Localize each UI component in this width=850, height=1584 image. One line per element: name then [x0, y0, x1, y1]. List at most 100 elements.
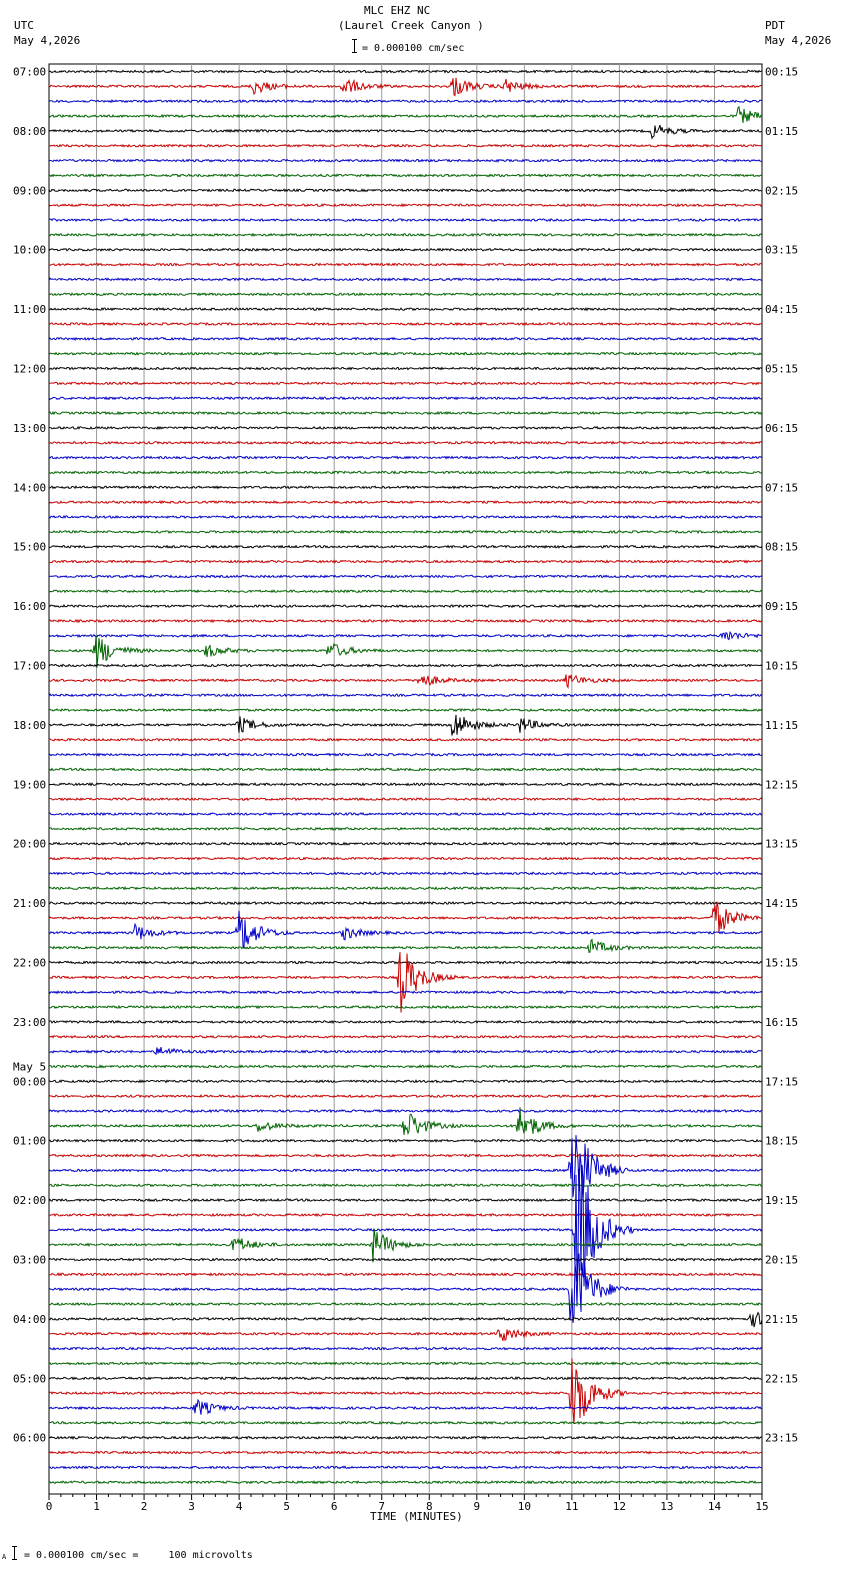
- x-tick-label: 0: [46, 1500, 53, 1513]
- x-tick-label: 4: [236, 1500, 243, 1513]
- pdt-hour-label: 12:15: [765, 778, 798, 791]
- seismogram-trace: [48, 630, 763, 641]
- seismogram-trace: [48, 1450, 763, 1455]
- seismogram-trace: [48, 470, 763, 475]
- utc-hour-label: 21:00: [13, 897, 46, 910]
- seismogram-trace: [48, 1435, 763, 1440]
- utc-hour-label: 02:00: [13, 1194, 46, 1207]
- seismogram-trace: [48, 1135, 762, 1198]
- seismogram-trace: [49, 1361, 763, 1366]
- pdt-hour-label: 20:15: [765, 1254, 798, 1267]
- x-tick-label: 10: [518, 1500, 531, 1513]
- pdt-hour-label: 02:15: [765, 184, 798, 197]
- seismogram-trace: [48, 1301, 763, 1307]
- seismogram-trace: [49, 811, 763, 817]
- pdt-hour-label: 18:15: [765, 1135, 798, 1148]
- footer-scale-bar-icon: [12, 1546, 17, 1560]
- pdt-hour-label: 09:15: [765, 600, 798, 613]
- x-tick-label: 3: [188, 1500, 195, 1513]
- seismogram-trace: [48, 425, 763, 431]
- seismogram-trace: [48, 1346, 763, 1351]
- seismogram-trace: [48, 1047, 763, 1056]
- utc-hour-label: 10:00: [13, 244, 46, 257]
- seismogram-trace: [48, 514, 763, 520]
- pdt-hour-label: 07:15: [765, 481, 798, 494]
- seismogram-trace: [48, 635, 763, 668]
- x-tick-label: 2: [141, 1500, 148, 1513]
- seismogram-trace: [49, 1212, 763, 1218]
- pdt-hour-label: 16:15: [765, 1016, 798, 1029]
- footer-mark: A: [2, 1553, 7, 1561]
- seismogram-trace: [48, 247, 763, 252]
- utc-hour-label: 00:00: [13, 1075, 46, 1088]
- seismogram-trace: [48, 158, 763, 163]
- pdt-hour-label: 04:15: [765, 303, 798, 316]
- utc-hour-label: 16:00: [13, 600, 46, 613]
- utc-hour-label: 03:00: [13, 1254, 46, 1267]
- seismogram-trace: [48, 618, 763, 624]
- seismogram-traces: [48, 69, 763, 1485]
- pdt-hour-label: 19:15: [765, 1194, 798, 1207]
- seismogram-trace: [48, 1064, 763, 1069]
- x-tick-label: 5: [283, 1500, 290, 1513]
- utc-hour-label: 15:00: [13, 541, 46, 554]
- seismogram-trace: [48, 321, 763, 327]
- pdt-hour-label: 03:15: [765, 244, 798, 257]
- utc-hour-label: 22:00: [13, 957, 46, 970]
- utc-hour-label: 04:00: [13, 1313, 46, 1326]
- pdt-hour-label: 13:15: [765, 838, 798, 851]
- utc-hour-label: 14:00: [13, 481, 46, 494]
- seismogram-trace: [48, 1004, 763, 1010]
- seismogram-trace: [48, 1272, 763, 1277]
- seismogram-trace: [48, 217, 763, 223]
- seismogram-trace: [48, 1153, 763, 1158]
- seismogram-trace: [48, 1019, 763, 1024]
- seismogram-plot: 07:00 00:15 08:00 01:15 09:00 02:15 10:00 03:15…: [13, 63, 798, 1513]
- utc-hour-label: 13:00: [13, 422, 46, 435]
- pdt-hour-label: 01:15: [765, 125, 798, 138]
- seismogram-trace: [48, 782, 763, 787]
- utc-hour-label: 09:00: [13, 184, 46, 197]
- seismogram-trace: [48, 455, 763, 460]
- seismogram-trace: [48, 886, 763, 891]
- seismogram-trace: [48, 856, 763, 861]
- utc-hour-label: 12:00: [13, 363, 46, 376]
- seismogram-trace: [48, 960, 763, 965]
- pdt-hour-label: 08:15: [765, 541, 798, 554]
- seismogram-trace: [48, 351, 763, 356]
- seismogram-trace: [48, 544, 763, 549]
- pdt-hour-label: 00:15: [765, 66, 798, 79]
- seismogram-trace: [49, 306, 763, 312]
- seismogram-trace: [48, 1138, 763, 1143]
- seismogram-trace: [48, 232, 763, 237]
- pdt-hour-label: 15:15: [765, 957, 798, 970]
- seismogram-trace: [48, 737, 763, 742]
- x-tick-label: 1: [93, 1500, 100, 1513]
- x-tick-label: 14: [708, 1500, 722, 1513]
- x-tick-label: 9: [473, 1500, 480, 1513]
- x-tick-label: 12: [613, 1500, 626, 1513]
- seismogram-trace: [48, 1465, 763, 1470]
- utc-hour-label: 19:00: [13, 778, 46, 791]
- pdt-hour-label: 22:15: [765, 1372, 798, 1385]
- seismogram-trace: [48, 1228, 762, 1263]
- seismogram-trace: [48, 1420, 763, 1425]
- seismogram-trace: [48, 396, 763, 401]
- seismogram-trace: [48, 124, 763, 140]
- seismogram-trace: [48, 105, 763, 124]
- seismogram-trace: [48, 292, 763, 297]
- seismogram-trace: [48, 410, 763, 416]
- seismogram-trace: [48, 574, 763, 579]
- utc-hour-label: 05:00: [13, 1372, 46, 1385]
- x-axis-label: TIME (MINUTES): [370, 1510, 463, 1523]
- seismogram-trace: [48, 366, 763, 371]
- pdt-hour-label: 23:15: [765, 1432, 798, 1445]
- utc-hour-label: 08:00: [13, 125, 46, 138]
- seismogram-trace: [48, 1398, 763, 1415]
- utc-hour-label: 18:00: [13, 719, 46, 732]
- utc-hour-label: 07:00: [13, 66, 46, 79]
- seismogram-trace: [48, 143, 763, 148]
- seismogram-trace: [48, 559, 763, 564]
- seismogram-trace: [48, 692, 763, 698]
- seismogram-trace: [48, 663, 763, 668]
